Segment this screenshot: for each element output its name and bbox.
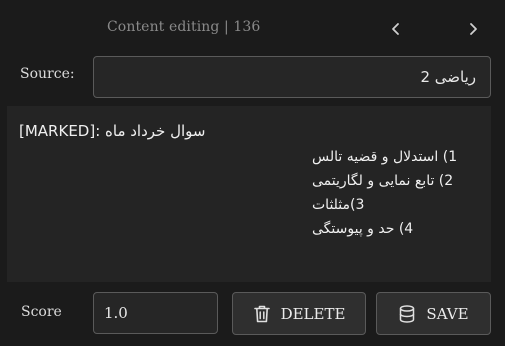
score-label: Score (21, 304, 62, 320)
save-button[interactable]: SAVE (376, 292, 491, 335)
trash-icon (253, 305, 270, 322)
save-button-label: SAVE (426, 304, 469, 323)
content-text-area[interactable]: [MARKED]: سوال خرداد ماه 1) استدلال و قض… (7, 106, 491, 282)
content-editor-window: Content editing | 136 Source: [MARKED]: … (0, 0, 505, 346)
page-title: Content editing | 136 (107, 19, 261, 35)
next-button[interactable] (462, 17, 484, 41)
score-input[interactable] (93, 292, 218, 334)
content-line-2: 2) تابع نمایی و لگاریتمی (312, 173, 454, 189)
content-first-line: [MARKED]: سوال خرداد ماه (19, 122, 206, 140)
content-list: 1) استدلال و قضیه تالس 2) تابع نمایی و ل… (19, 145, 490, 241)
chevron-right-icon (470, 23, 477, 35)
database-icon (400, 304, 415, 323)
previous-button[interactable] (385, 17, 407, 41)
content-line-3: 3)مثلثات (312, 197, 365, 213)
delete-button[interactable]: DELETE (232, 292, 366, 335)
chevron-left-icon (392, 23, 399, 35)
source-label: Source: (20, 66, 75, 82)
source-input[interactable] (93, 56, 491, 98)
content-line-4: 4) حد و پیوستگی (312, 221, 414, 237)
content-line-1: 1) استدلال و قضیه تالس (312, 149, 458, 165)
delete-button-label: DELETE (280, 304, 346, 323)
